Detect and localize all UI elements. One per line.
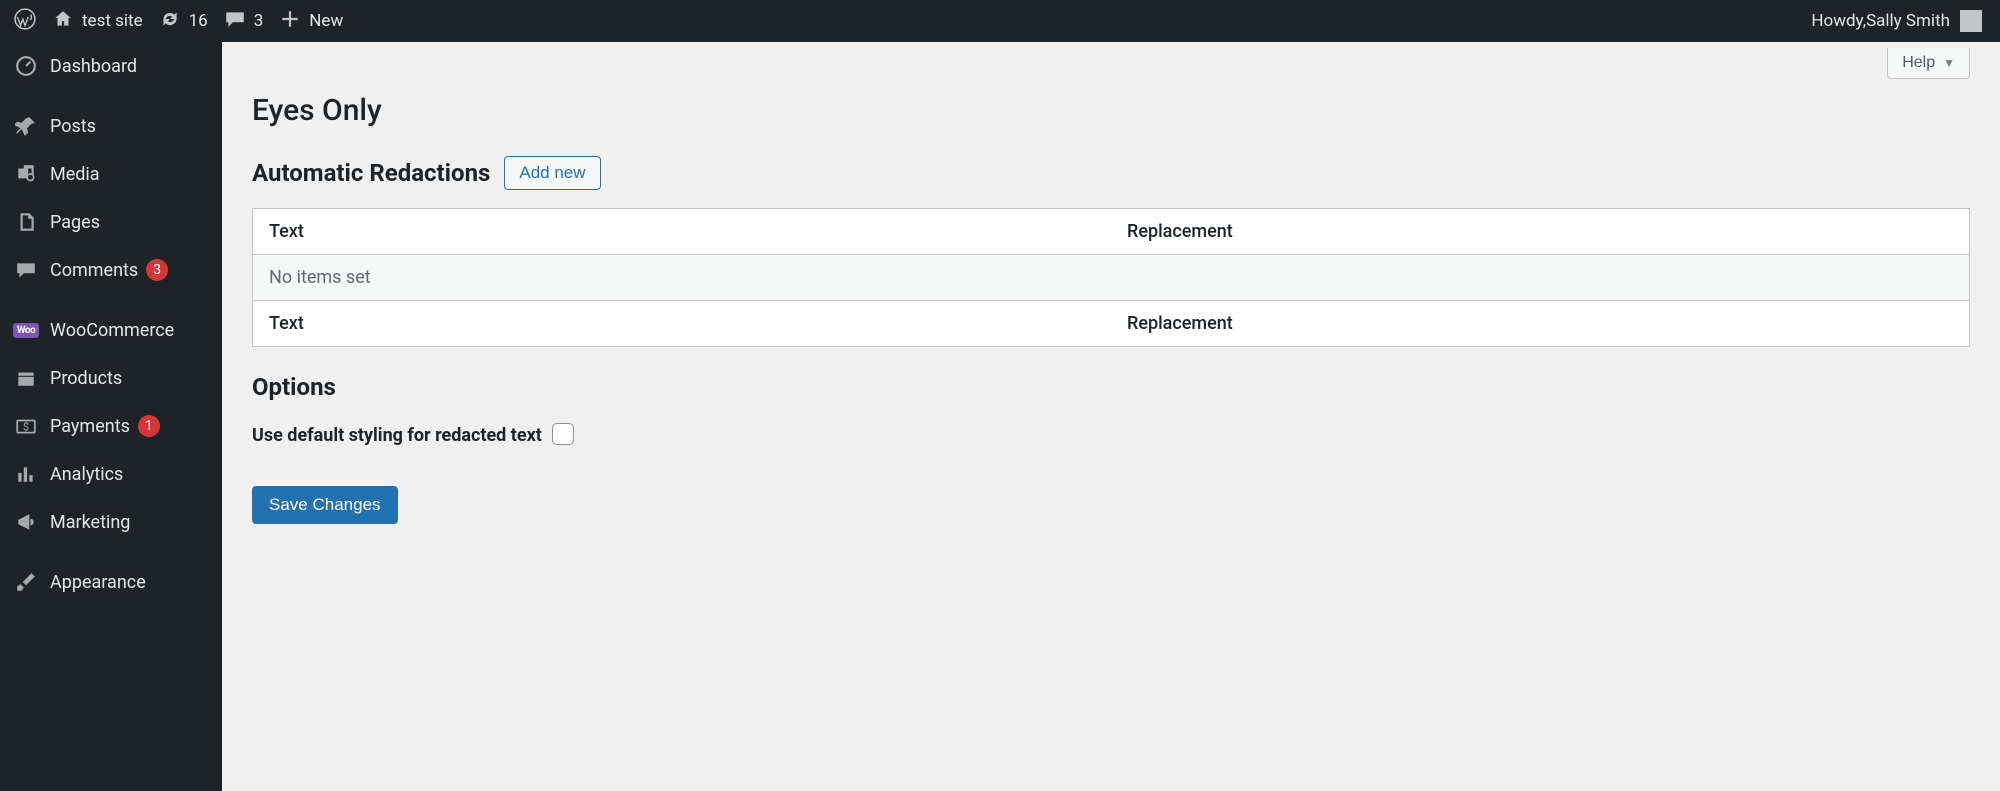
option-row-default-styling: Use default styling for redacted text [252, 401, 1970, 486]
sidebar-item-woocommerce[interactable]: Woo WooCommerce [0, 306, 222, 354]
sidebar-item-label: WooCommerce [50, 320, 174, 341]
admin-bar-right: Howdy, Sally Smith [1803, 0, 1990, 42]
sidebar-item-label: Products [50, 368, 122, 389]
save-changes-button[interactable]: Save Changes [252, 486, 398, 524]
admin-sidebar: Dashboard Posts Media Pages Comments 3 W… [0, 42, 222, 791]
updates-icon [159, 8, 181, 35]
sidebar-separator [0, 90, 222, 102]
screen-meta: Help ▼ [252, 48, 1970, 79]
woocommerce-icon: Woo [14, 318, 38, 342]
col-text-footer[interactable]: Text [253, 301, 1112, 347]
site-name-text: test site [82, 11, 143, 31]
wordpress-icon [14, 8, 36, 35]
col-replacement-footer[interactable]: Replacement [1111, 301, 1970, 347]
sidebar-item-label: Marketing [50, 512, 130, 533]
payments-badge: 1 [138, 415, 160, 437]
table-footer-row: Text Replacement [253, 301, 1970, 347]
svg-text:$: $ [23, 420, 29, 433]
analytics-icon [14, 462, 38, 486]
section-header-redactions: Automatic Redactions Add new [252, 156, 1970, 190]
page-title: Eyes Only [252, 93, 1970, 128]
new-content-link[interactable]: New [271, 0, 351, 42]
sidebar-item-media[interactable]: Media [0, 150, 222, 198]
sidebar-item-marketing[interactable]: Marketing [0, 498, 222, 546]
updates-count: 16 [189, 11, 208, 31]
table-row-empty: No items set [253, 255, 1970, 301]
sidebar-item-products[interactable]: Products [0, 354, 222, 402]
add-new-button[interactable]: Add new [504, 156, 600, 190]
sidebar-item-label: Dashboard [50, 56, 137, 77]
pin-icon [14, 114, 38, 138]
default-styling-checkbox[interactable] [552, 423, 574, 445]
wp-logo-link[interactable] [6, 0, 44, 42]
sidebar-item-posts[interactable]: Posts [0, 102, 222, 150]
chevron-down-icon: ▼ [1943, 56, 1955, 70]
main-content: Help ▼ Eyes Only Automatic Redactions Ad… [222, 42, 2000, 791]
comment-icon [224, 8, 246, 35]
avatar [1960, 10, 1982, 32]
pages-icon [14, 210, 38, 234]
products-icon [14, 366, 38, 390]
media-icon [14, 162, 38, 186]
sidebar-item-dashboard[interactable]: Dashboard [0, 42, 222, 90]
sidebar-item-label: Payments [50, 416, 130, 437]
help-tab[interactable]: Help ▼ [1887, 48, 1970, 79]
sidebar-separator [0, 294, 222, 306]
help-label: Help [1902, 54, 1935, 72]
sidebar-item-label: Media [50, 164, 100, 185]
sidebar-item-comments[interactable]: Comments 3 [0, 246, 222, 294]
option-field-default-styling [552, 423, 1970, 450]
new-label: New [309, 11, 343, 31]
plus-icon [279, 8, 301, 35]
user-name: Sally Smith [1866, 11, 1950, 31]
section-title-options: Options [252, 373, 1970, 401]
col-replacement-header[interactable]: Replacement [1111, 209, 1970, 255]
option-label-default-styling: Use default styling for redacted text [252, 423, 552, 448]
sidebar-item-label: Pages [50, 212, 100, 233]
section-title-redactions: Automatic Redactions [252, 159, 490, 187]
sidebar-item-payments[interactable]: $ Payments 1 [0, 402, 222, 450]
howdy-prefix: Howdy, [1811, 11, 1866, 31]
home-icon [52, 8, 74, 35]
sidebar-item-label: Analytics [50, 464, 123, 485]
user-account-link[interactable]: Howdy, Sally Smith [1803, 0, 1990, 42]
sidebar-item-label: Appearance [50, 572, 146, 593]
empty-text: No items set [253, 255, 1970, 301]
brush-icon [14, 570, 38, 594]
dashboard-icon [14, 54, 38, 78]
updates-link[interactable]: 16 [151, 0, 216, 42]
sidebar-item-label: Comments [50, 260, 138, 281]
table-header-row: Text Replacement [253, 209, 1970, 255]
sidebar-separator [0, 546, 222, 558]
comments-link[interactable]: 3 [216, 0, 272, 42]
comments-count: 3 [254, 11, 264, 31]
sidebar-item-pages[interactable]: Pages [0, 198, 222, 246]
admin-bar: test site 16 3 New Howdy, Sally Smith [0, 0, 2000, 42]
comments-badge: 3 [146, 259, 168, 281]
megaphone-icon [14, 510, 38, 534]
sidebar-item-label: Posts [50, 116, 96, 137]
site-name-link[interactable]: test site [44, 0, 151, 42]
sidebar-item-analytics[interactable]: Analytics [0, 450, 222, 498]
sidebar-item-appearance[interactable]: Appearance [0, 558, 222, 606]
admin-bar-left: test site 16 3 New [6, 0, 351, 42]
payments-icon: $ [14, 414, 38, 438]
comment-icon [14, 258, 38, 282]
col-text-header[interactable]: Text [253, 209, 1112, 255]
redactions-table: Text Replacement No items set Text Repla… [252, 208, 1970, 347]
sidebar-list: Dashboard Posts Media Pages Comments 3 W… [0, 42, 222, 606]
